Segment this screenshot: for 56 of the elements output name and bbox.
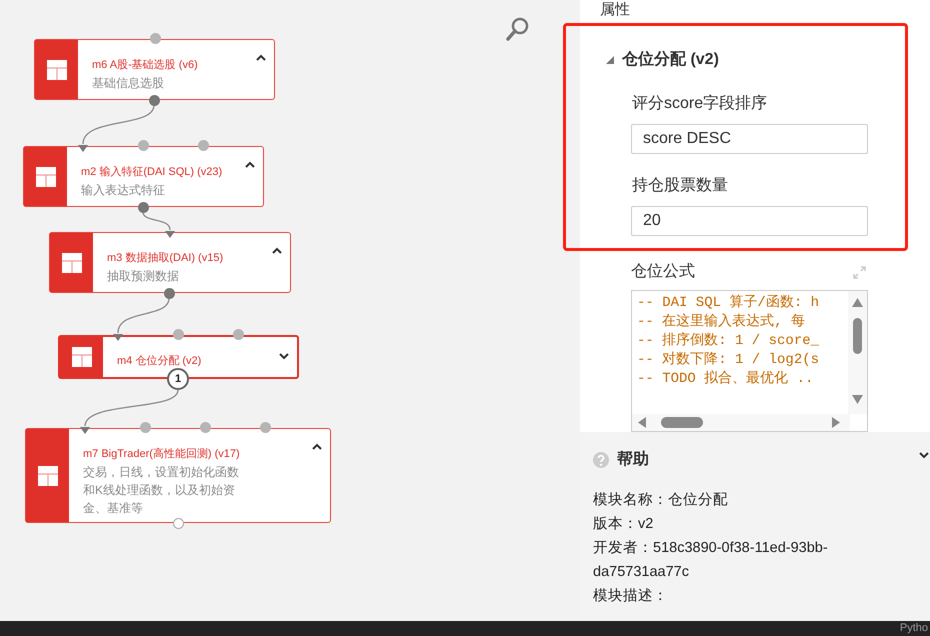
output-port[interactable]	[138, 202, 149, 213]
module-node[interactable]: m6 A股-基础选股 (v6) 基础信息选股	[34, 39, 275, 100]
module-node[interactable]: m7 BigTrader(高性能回测) (v17) 交易，日线，设置初始化函数和K线处理函数，以及初始资金、基准等	[25, 428, 331, 523]
output-port[interactable]	[149, 95, 160, 106]
field-label: 仓位公式	[631, 262, 695, 282]
node-description: 交易，日线，设置初始化函数和K线处理函数，以及初始资金、基准等	[83, 464, 240, 516]
node-description: 输入表达式特征	[81, 182, 165, 198]
field-label: 评分score字段排序	[632, 94, 768, 114]
collapse-triangle-icon[interactable]	[606, 56, 614, 64]
input-port[interactable]	[150, 33, 161, 44]
input-port[interactable]	[140, 422, 151, 433]
help-icon	[593, 452, 609, 468]
field-label: 持仓股票数量	[632, 176, 728, 196]
help-title: 帮助	[617, 450, 649, 470]
module-icon	[36, 166, 56, 186]
input-port[interactable]	[200, 422, 211, 433]
help-text: 模块名称：仓位分配	[593, 491, 729, 510]
module-icon	[72, 347, 92, 367]
input-port[interactable]	[260, 422, 271, 433]
connector-line	[141, 212, 172, 230]
chevron-down-icon[interactable]	[919, 452, 929, 459]
node-description: 基础信息选股	[92, 74, 164, 92]
output-port[interactable]	[164, 288, 175, 299]
panel-title: 属性	[600, 1, 630, 17]
code-text: -- DAI SQL 算子/函数: h -- 在这里输入表达式, 每 -- 排序倒数: 1 / score_ -- 对数下降: 1 / log2(s -- TODO 拟合、最优化 ..	[636, 294, 820, 389]
input-field[interactable]: 20	[631, 206, 868, 236]
chevron-down-icon[interactable]	[279, 353, 289, 360]
module-icon	[38, 466, 58, 486]
node-title: m7 BigTrader(高性能回测) (v17)	[83, 446, 240, 462]
module-icon	[46, 60, 66, 80]
section-title: 仓位分配 (v2)	[622, 50, 719, 70]
input-port[interactable]	[173, 329, 184, 340]
chevron-up-icon[interactable]	[256, 54, 266, 61]
search-icon[interactable]	[505, 16, 531, 42]
module-node[interactable]: m2 输入特征(DAI SQL) (v23) 输入表达式特征	[23, 146, 264, 207]
node-title: m4 仓位分配 (v2)	[117, 354, 202, 369]
input-port[interactable]	[198, 140, 209, 151]
module-node[interactable]: m3 数据抽取(DAI) (v15) 抽取预测数据	[49, 232, 291, 293]
node-title: m6 A股-基础选股 (v6)	[92, 58, 198, 73]
input-field[interactable]: score DESC	[631, 124, 868, 154]
node-title: m2 输入特征(DAI SQL) (v23)	[81, 165, 222, 180]
node-description: 抽取预测数据	[107, 268, 179, 284]
chevron-up-icon[interactable]	[245, 161, 255, 168]
code-editor[interactable]: -- DAI SQL 算子/函数: h -- 在这里输入表达式, 每 -- 排序倒数: 1 / score_ -- 对数下降: 1 / log2(s -- TODO 拟合、最优化 ..	[631, 290, 868, 432]
help-text: 版本：v2	[593, 515, 654, 534]
module-icon	[62, 252, 82, 272]
help-text: 模块描述：	[593, 587, 669, 606]
node-title: m3 数据抽取(DAI) (v15)	[107, 251, 224, 266]
output-port[interactable]	[173, 518, 184, 529]
chevron-up-icon[interactable]	[312, 443, 322, 450]
connector-line	[116, 298, 171, 333]
chevron-up-icon[interactable]	[272, 247, 282, 254]
input-port[interactable]	[233, 329, 244, 340]
status-text: Pytho	[900, 621, 929, 636]
help-text: 开发者：518c3890-0f38-11ed-93bb-da75731aa77c	[593, 539, 829, 582]
input-port[interactable]	[138, 140, 149, 151]
